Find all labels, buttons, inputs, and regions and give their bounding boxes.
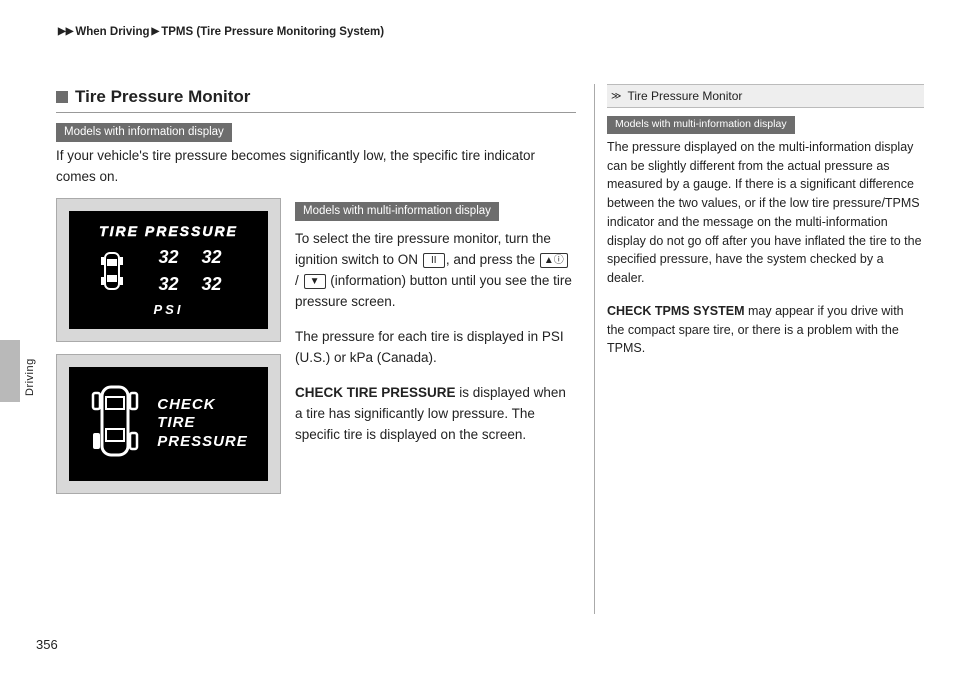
check-pressure-text: CHECK TIRE PRESSURE — [157, 396, 248, 452]
sidebar-title: Tire Pressure Monitor — [627, 87, 742, 105]
units-paragraph: The pressure for each tire is displayed … — [295, 327, 576, 369]
breadcrumb-level-2: TPMS (Tire Pressure Monitoring System) — [161, 26, 384, 38]
section-title: Tire Pressure Monitor — [75, 84, 250, 110]
info-up-button-icon: ▲ⓘ — [540, 253, 568, 268]
sidebar-model-tag: Models with multi-information display — [607, 116, 795, 134]
model-tag-multi: Models with multi-information display — [295, 202, 499, 222]
breadcrumb-level-1: When Driving — [75, 26, 149, 38]
sidebar-paragraph-2: CHECK TPMS SYSTEM may appear if you driv… — [607, 302, 924, 358]
tire-pressure-fr: 32 — [185, 244, 239, 271]
model-tag-info: Models with information display — [56, 123, 232, 142]
car-top-icon — [99, 249, 153, 293]
sidebar-paragraph-1: The pressure displayed on the multi-info… — [607, 138, 924, 288]
intro-paragraph: If your vehicle's tire pressure becomes … — [56, 146, 576, 188]
tire-pressure-rr: 32 — [185, 271, 239, 298]
thumb-tab — [0, 340, 20, 402]
thumb-tab-label: Driving — [22, 358, 39, 396]
chevron-right-icon: ▶ — [152, 24, 160, 39]
page-number: 356 — [36, 635, 58, 655]
chevron-right-icon: ▶▶ — [58, 24, 73, 39]
check-pressure-paragraph: CHECK TIRE PRESSURE is displayed when a … — [295, 383, 576, 446]
display-title: TIRE PRESSURE — [75, 221, 262, 242]
info-down-button-icon: ▼ — [304, 274, 326, 289]
sidebar-heading: ≫ Tire Pressure Monitor — [607, 84, 924, 108]
square-bullet-icon — [56, 91, 68, 103]
ignition-on-icon: II — [423, 253, 445, 268]
instruction-paragraph: To select the tire pressure monitor, tur… — [295, 229, 576, 313]
figure-tire-pressure-display: TIRE PRESSURE 32 — [56, 198, 281, 343]
tire-pressure-fl: 32 — [158, 244, 178, 271]
pressure-unit: PSI — [75, 300, 262, 320]
figure-check-tire-display: CHECK TIRE PRESSURE — [56, 354, 281, 494]
double-chevron-icon: ≫ — [611, 89, 619, 104]
car-with-low-tire-icon — [89, 381, 141, 467]
breadcrumb: ▶▶When Driving▶TPMS (Tire Pressure Monit… — [56, 24, 912, 41]
tire-pressure-rl: 32 — [158, 271, 178, 298]
section-heading: Tire Pressure Monitor — [56, 84, 576, 113]
